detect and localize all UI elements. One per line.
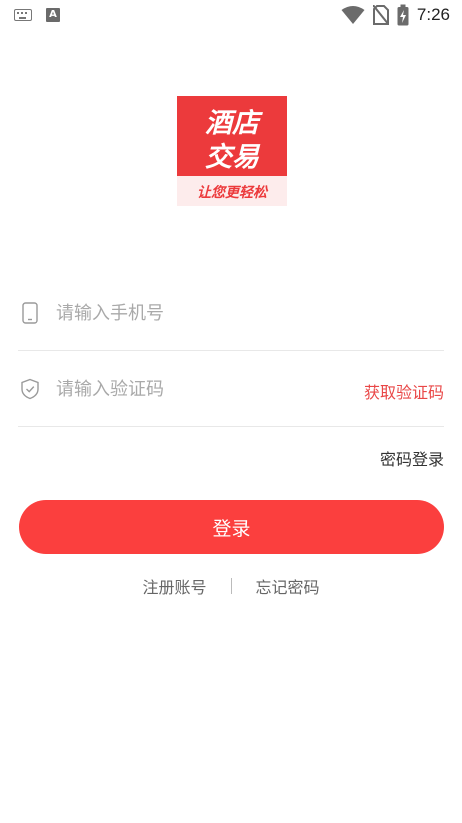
no-sim-icon — [372, 5, 389, 25]
bottom-links: 注册账号 忘记密码 — [0, 574, 462, 598]
app-logo: 酒店 交易 让您更轻松 — [177, 96, 287, 206]
logo-tagline: 让您更轻松 — [197, 184, 269, 201]
register-link[interactable]: 注册账号 — [142, 574, 206, 598]
logo-line1: 酒店 — [205, 108, 263, 139]
password-login-link[interactable]: 密码登录 — [380, 446, 444, 470]
phone-row — [18, 275, 444, 351]
keyboard-icon — [14, 9, 32, 21]
shield-check-icon — [21, 378, 39, 400]
a-notification-icon: A — [46, 8, 60, 22]
get-code-button[interactable]: 获取验证码 — [364, 379, 444, 403]
phone-icon — [22, 302, 38, 324]
battery-charging-icon — [397, 4, 409, 26]
status-bar: A 7:26 — [0, 0, 462, 32]
logo-line2: 交易 — [205, 142, 261, 173]
login-button[interactable]: 登录 — [19, 500, 444, 554]
logo-graphic: 酒店 交易 让您更轻松 — [177, 96, 287, 206]
status-time: 7:26 — [416, 5, 450, 24]
wifi-icon — [341, 6, 365, 24]
link-divider — [230, 578, 232, 594]
forgot-password-link[interactable]: 忘记密码 — [256, 574, 320, 598]
status-bar-left: A — [14, 8, 60, 22]
phone-input[interactable] — [56, 297, 346, 329]
verification-code-input[interactable] — [56, 373, 346, 405]
verification-code-row: 获取验证码 — [18, 351, 444, 427]
status-bar-right: 7:26 — [341, 4, 450, 26]
